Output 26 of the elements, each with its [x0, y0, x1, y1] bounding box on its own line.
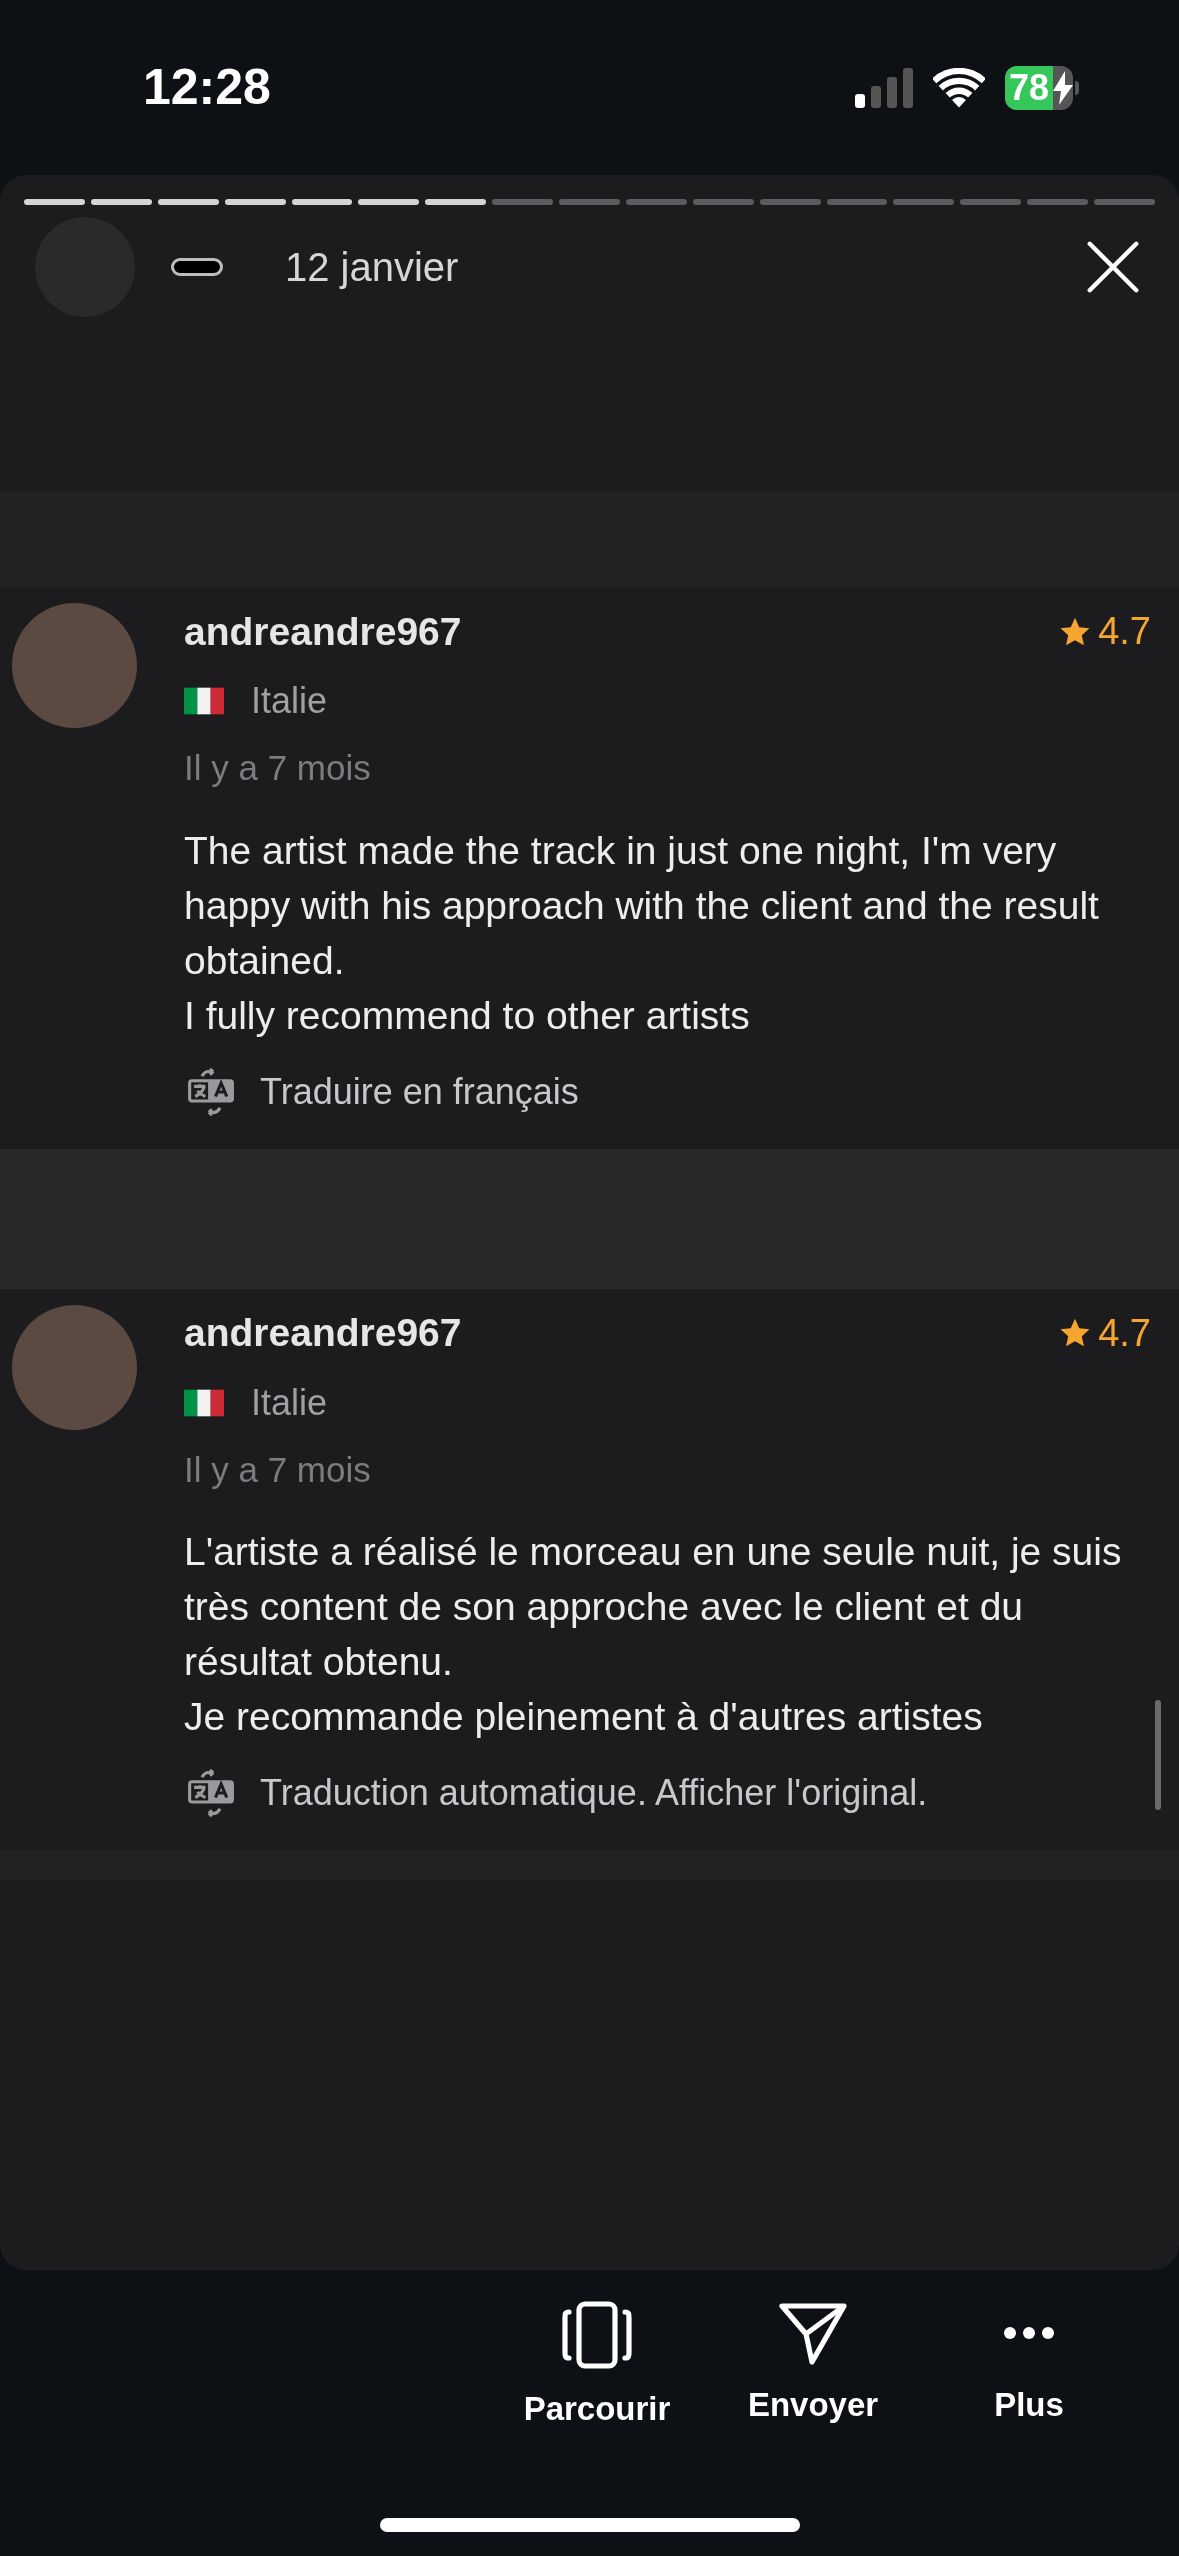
review-time: Il y a 7 mois	[184, 1448, 372, 1491]
flag-icon	[184, 687, 224, 715]
story-date: 12 janvier	[285, 244, 459, 291]
wifi-icon	[932, 67, 985, 108]
translation-link[interactable]: Traduction automatique. Afficher l'original.	[260, 1766, 928, 1820]
phone-frame-icon	[559, 2300, 635, 2370]
status-time: 12:28	[143, 58, 271, 117]
flag-icon	[184, 1388, 224, 1417]
action-button[interactable]: Parcourir	[507, 2300, 687, 2434]
action-button[interactable]: Envoyer	[723, 2300, 903, 2434]
country: Italie	[251, 679, 328, 723]
action-button[interactable]: Plus	[939, 2300, 1119, 2434]
battery-level: 78	[1004, 65, 1053, 110]
signal-icon	[854, 67, 913, 108]
more-icon	[1004, 2327, 1054, 2339]
rating: 4.7	[1098, 1310, 1151, 1356]
country: Italie	[251, 1380, 328, 1425]
review-text: The artist made the track in just one night, I'm very happy with his approach with the client and the result obtained. I fully recommend to other artists	[184, 827, 1100, 1039]
review-text: L'artiste a réalisé le morceau en une seule nuit, je suis très content de son approche avec le client et du résultat obtenu. Je recommande pleinement à d'autres artistes	[184, 1529, 1123, 1740]
rating: 4.7	[1098, 609, 1151, 654]
pill-icon	[171, 258, 223, 276]
translation-link[interactable]: Traduire en français	[260, 1064, 579, 1119]
review-time: Il y a 7 mois	[184, 747, 372, 789]
username: andreandre967	[184, 1310, 462, 1356]
send-icon	[778, 2300, 848, 2366]
username: andreandre967	[184, 608, 462, 655]
